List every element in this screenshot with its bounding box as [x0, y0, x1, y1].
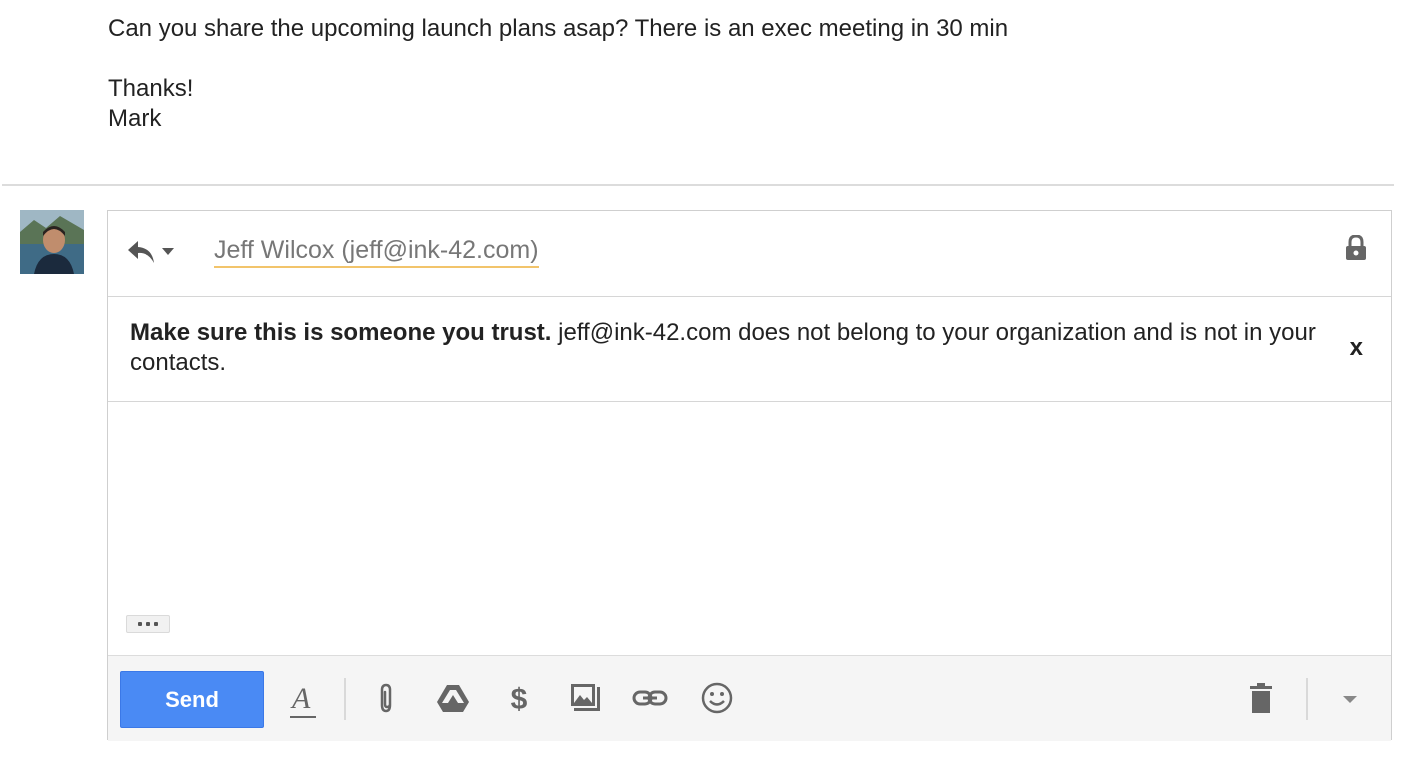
money-icon[interactable]: $	[502, 681, 536, 716]
reply-icon	[128, 241, 174, 263]
attach-icon[interactable]	[371, 681, 405, 715]
svg-text:$: $	[511, 683, 528, 715]
external-recipient-warning: Make sure this is someone you trust. jef…	[108, 296, 1391, 402]
message-line: Can you share the upcoming launch plans …	[108, 15, 1009, 42]
previous-message: Can you share the upcoming launch plans …	[108, 14, 1008, 134]
warning-text: Make sure this is someone you trust. jef…	[130, 318, 1330, 378]
photo-icon[interactable]	[568, 681, 602, 715]
message-line: Mark	[108, 105, 162, 132]
toolbar-separator	[344, 678, 346, 720]
lock-icon[interactable]	[1345, 234, 1367, 261]
dismiss-warning-button[interactable]: x	[1350, 334, 1363, 362]
chevron-down-icon	[162, 248, 174, 255]
recipient-field[interactable]: Jeff Wilcox (jeff@ink-42.com)	[214, 235, 539, 268]
trash-icon[interactable]	[1246, 681, 1276, 715]
toolbar-separator	[1306, 678, 1308, 720]
formatting-icon[interactable]: A	[290, 682, 316, 718]
reply-type-menu[interactable]	[126, 237, 180, 267]
link-icon[interactable]	[632, 681, 668, 715]
message-line: Thanks!	[108, 75, 194, 102]
drive-icon[interactable]	[436, 681, 470, 715]
warning-title: Make sure this is someone you trust.	[130, 319, 552, 346]
emoji-icon[interactable]	[700, 681, 734, 715]
more-options-icon[interactable]	[1338, 681, 1362, 715]
compose-box: Jeff Wilcox (jeff@ink-42.com) Make sure …	[107, 210, 1392, 741]
show-trimmed-content-button[interactable]	[126, 615, 170, 633]
compose-header: Jeff Wilcox (jeff@ink-42.com)	[108, 211, 1391, 297]
compose-toolbar: Send A $	[108, 655, 1391, 741]
avatar	[20, 210, 84, 274]
message-body-editor[interactable]	[108, 402, 1391, 655]
message-divider	[2, 184, 1394, 186]
send-button[interactable]: Send	[120, 671, 264, 728]
